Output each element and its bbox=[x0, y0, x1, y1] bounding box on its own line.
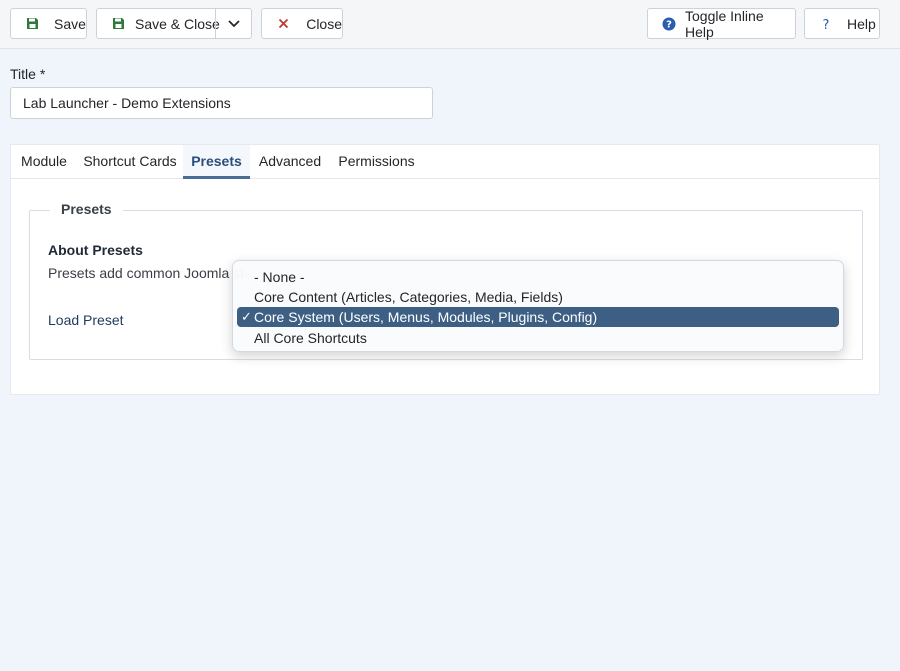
about-presets-text: Presets add common Joomla sho bbox=[48, 265, 256, 281]
save-button[interactable]: Save bbox=[10, 8, 87, 39]
help-button[interactable]: ? Help bbox=[804, 8, 880, 39]
toggle-inline-help-label: Toggle Inline Help bbox=[685, 7, 764, 40]
load-preset-dropdown-list: - None - Core Content (Articles, Categor… bbox=[232, 260, 844, 352]
title-input[interactable] bbox=[10, 87, 433, 119]
about-presets-heading: About Presets bbox=[48, 242, 143, 258]
close-button-label: Close bbox=[306, 15, 342, 32]
option-label: - None - bbox=[254, 269, 305, 285]
tab-module[interactable]: Module bbox=[11, 145, 77, 179]
save-options-dropdown-toggle[interactable] bbox=[216, 9, 252, 38]
tab-shortcut-cards[interactable]: Shortcut Cards bbox=[77, 145, 183, 179]
tab-bar: Module Shortcut Cards Presets Advanced P… bbox=[11, 145, 879, 179]
preset-option-none[interactable]: - None - bbox=[237, 267, 839, 287]
tab-permissions[interactable]: Permissions bbox=[330, 145, 423, 179]
tab-advanced[interactable]: Advanced bbox=[250, 145, 330, 179]
tab-presets[interactable]: Presets bbox=[183, 145, 250, 179]
svg-text:?: ? bbox=[666, 19, 672, 30]
floppy-disk-icon bbox=[25, 17, 39, 31]
question-mark-icon: ? bbox=[819, 17, 833, 31]
svg-text:?: ? bbox=[823, 18, 830, 31]
load-preset-label: Load Preset bbox=[48, 312, 124, 328]
floppy-disk-icon bbox=[111, 17, 125, 31]
toolbar: Save Save & Close Close ? Toggle Inline … bbox=[0, 0, 900, 49]
preset-option-core-content[interactable]: Core Content (Articles, Categories, Medi… bbox=[237, 287, 839, 307]
preset-option-all-core[interactable]: All Core Shortcuts bbox=[237, 328, 839, 348]
close-icon bbox=[278, 17, 289, 31]
title-label: Title * bbox=[10, 66, 46, 82]
save-close-button[interactable]: Save & Close bbox=[96, 8, 252, 39]
toggle-inline-help-button[interactable]: ? Toggle Inline Help bbox=[647, 7, 796, 40]
save-button-label: Save bbox=[54, 15, 86, 32]
presets-legend: Presets bbox=[50, 201, 123, 217]
option-label: All Core Shortcuts bbox=[254, 330, 367, 346]
save-close-button-label: Save & Close bbox=[135, 15, 220, 32]
close-button[interactable]: Close bbox=[261, 8, 343, 39]
checkmark-icon: ✓ bbox=[241, 309, 252, 324]
option-label: Core Content (Articles, Categories, Medi… bbox=[254, 289, 563, 305]
question-circle-icon: ? bbox=[662, 17, 676, 31]
chevron-down-icon bbox=[228, 19, 240, 27]
preset-option-core-system[interactable]: ✓ Core System (Users, Menus, Modules, Pl… bbox=[237, 307, 839, 327]
help-button-label: Help bbox=[847, 15, 876, 32]
option-label: Core System (Users, Menus, Modules, Plug… bbox=[254, 309, 598, 325]
